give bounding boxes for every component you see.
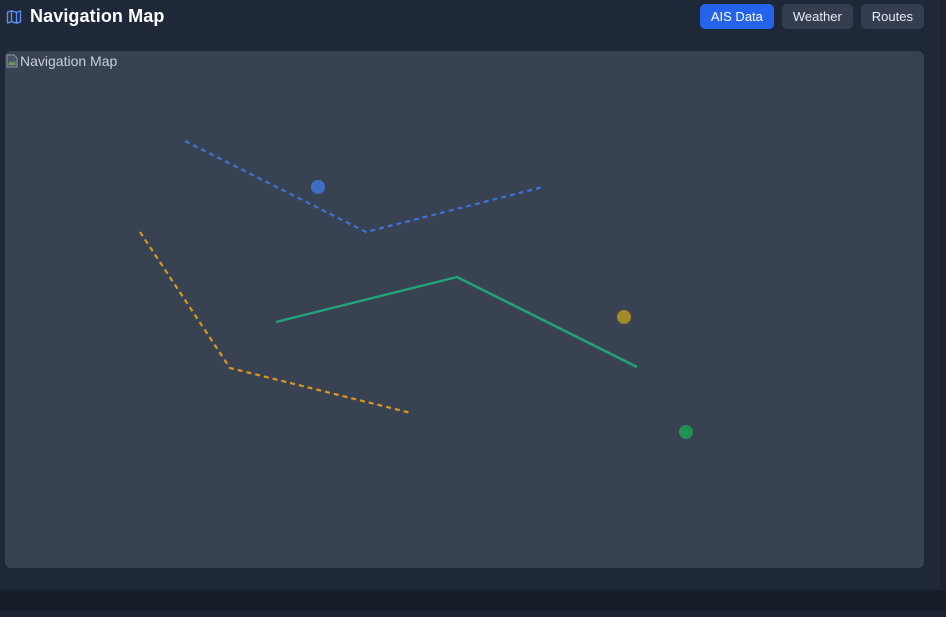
weather-button[interactable]: Weather <box>781 4 853 29</box>
vessel-marker-yellow[interactable] <box>617 310 631 324</box>
route-blue[interactable] <box>184 140 544 234</box>
panel-header: Navigation Map AIS Data Weather Routes <box>0 0 946 34</box>
page-title: Navigation Map <box>30 6 165 26</box>
page-scroll-edge <box>940 0 946 590</box>
route-green[interactable] <box>275 275 638 369</box>
routes-button[interactable]: Routes <box>860 4 924 29</box>
vessel-marker-green[interactable] <box>679 425 693 439</box>
map-overlay <box>139 140 693 439</box>
title-group: Navigation Map <box>6 6 164 27</box>
bottom-bar <box>0 590 946 611</box>
ais-data-button[interactable]: AIS Data <box>699 4 774 29</box>
navigation-map[interactable]: Navigation Map <box>5 51 924 568</box>
vessel-marker-blue[interactable] <box>311 180 325 194</box>
bottom-bar-edge <box>0 611 946 617</box>
navigation-panel: Navigation Map AIS Data Weather Routes N… <box>0 0 946 590</box>
map-icon <box>6 9 22 25</box>
route-orange[interactable] <box>139 231 412 415</box>
layer-toggle-group: AIS Data Weather Routes <box>699 4 924 29</box>
